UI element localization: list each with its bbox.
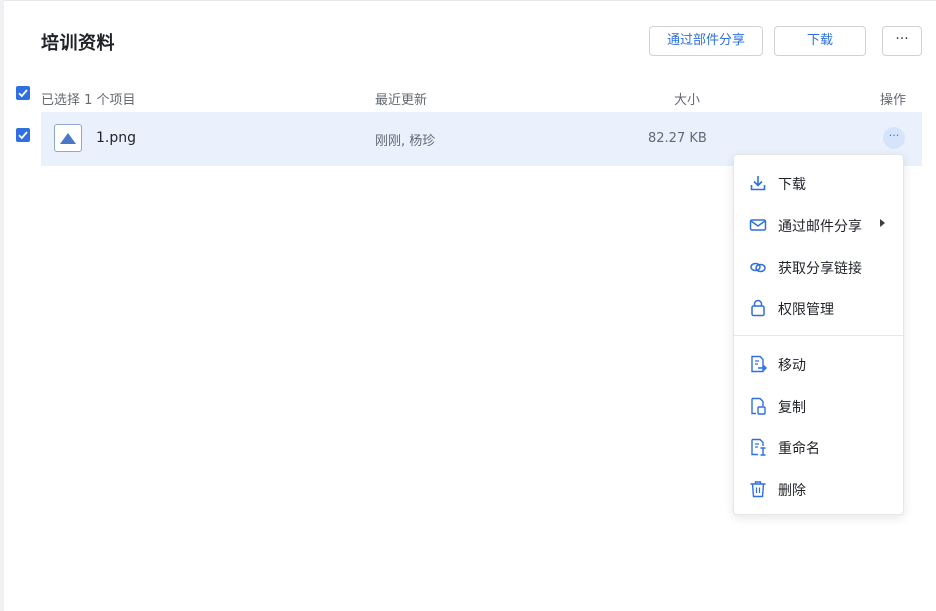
menu-item-label: 权限管理 — [778, 302, 834, 318]
rename-icon — [751, 438, 766, 456]
menu-item-label: 通过邮件分享 — [778, 219, 862, 235]
lock-icon — [751, 299, 765, 317]
copy-icon — [751, 397, 766, 415]
menu-item-share-link[interactable]: 获取分享链接 — [734, 250, 903, 284]
menu-item-label: 删除 — [778, 483, 806, 499]
menu-item-label: 重命名 — [778, 441, 820, 457]
submenu-arrow-icon — [880, 219, 885, 227]
menu-item-label: 移动 — [778, 358, 806, 374]
checkmark-icon — [18, 89, 28, 98]
menu-item-copy[interactable]: 复制 — [734, 389, 903, 423]
link-icon — [750, 262, 766, 273]
menu-item-label: 获取分享链接 — [778, 261, 862, 277]
menu-item-move[interactable]: 移动 — [734, 347, 903, 381]
menu-item-label: 复制 — [778, 400, 806, 416]
page-title: 培训资料 — [41, 33, 115, 54]
file-updated: 刚刚, 杨珍 — [375, 134, 436, 149]
mail-icon — [749, 219, 767, 231]
select-all-checkbox[interactable] — [16, 86, 30, 100]
column-header-size[interactable]: 大小 — [674, 89, 700, 108]
file-size: 82.27 KB — [648, 131, 707, 146]
menu-item-share-email[interactable]: 通过邮件分享 — [734, 208, 903, 242]
menu-item-label: 下载 — [778, 177, 806, 193]
window-top-border — [0, 0, 936, 1]
menu-item-permissions[interactable]: 权限管理 — [734, 291, 903, 325]
menu-item-rename[interactable]: 重命名 — [734, 430, 903, 464]
download-icon — [750, 176, 766, 191]
column-header-action: 操作 — [880, 93, 907, 108]
move-icon — [751, 355, 767, 373]
share-by-email-button[interactable]: 通过部件分享 — [649, 26, 763, 56]
download-button[interactable]: 下载 — [774, 26, 866, 56]
file-name[interactable]: 1.png — [96, 130, 136, 146]
menu-item-delete[interactable]: 删除 — [734, 472, 903, 506]
context-menu: 下载 通过邮件分享 获取分享链接 权限管理 移动 复制 重命名 删除 — [733, 154, 904, 515]
row-checkbox[interactable] — [16, 128, 30, 142]
menu-item-download[interactable]: 下载 — [734, 166, 903, 200]
menu-divider — [734, 335, 903, 336]
trash-icon — [750, 481, 766, 498]
window-left-border — [0, 0, 4, 611]
more-options-button[interactable]: ··· — [882, 26, 922, 56]
selected-count-label: 已选择 1 个项目 — [41, 93, 136, 108]
column-header-updated[interactable]: 最近更新 — [375, 89, 427, 108]
row-more-button[interactable]: ··· — [883, 127, 905, 149]
image-file-icon — [54, 124, 82, 152]
checkmark-icon — [18, 131, 28, 140]
